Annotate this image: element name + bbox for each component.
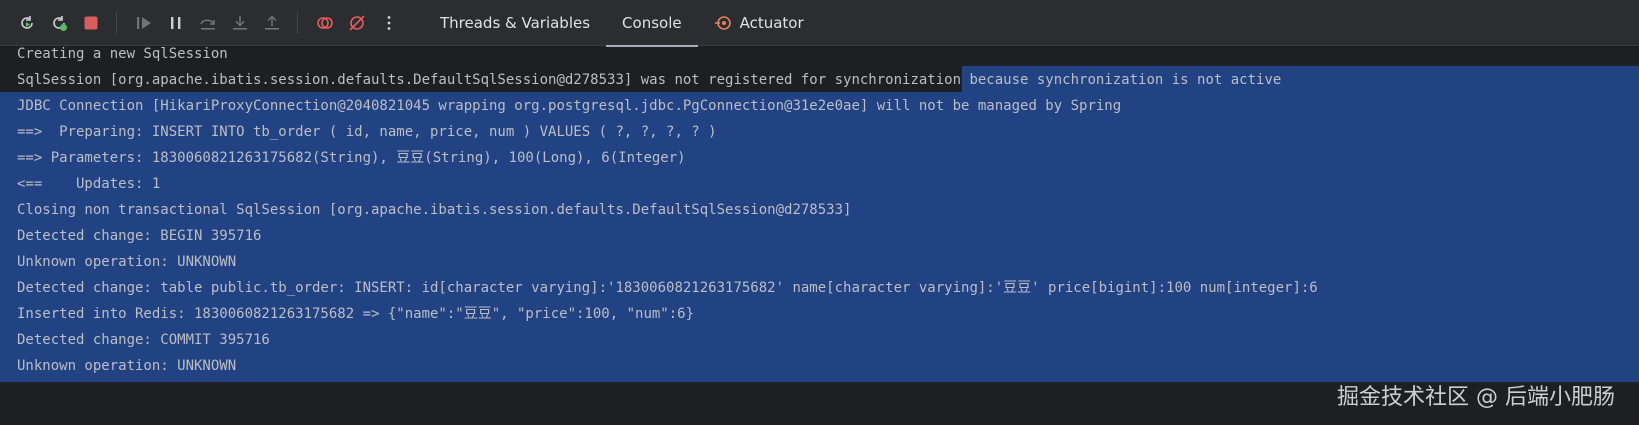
console-line: <== Updates: 1 bbox=[17, 176, 161, 192]
pause-icon[interactable] bbox=[163, 10, 189, 36]
console-line: Unknown operation: UNKNOWN bbox=[17, 358, 237, 374]
debug-tabs: Threads & Variables Console Actuator bbox=[424, 0, 820, 47]
watermark: 掘金技术社区 @ 后端小肥肠 bbox=[1337, 385, 1615, 410]
step-out-icon[interactable] bbox=[259, 10, 285, 36]
console-line: Detected change: COMMIT 395716 bbox=[17, 332, 270, 348]
actuator-icon bbox=[714, 14, 732, 32]
debug-tool-window: Threads & Variables Console Actuator Cre… bbox=[0, 0, 1639, 425]
console-line: Closing non transactional SqlSession [or… bbox=[17, 202, 852, 218]
tab-label: Console bbox=[622, 13, 682, 32]
step-into-icon[interactable] bbox=[227, 10, 253, 36]
toolbar-separator bbox=[116, 11, 117, 34]
console-output[interactable]: Creating a new SqlSession SqlSession [or… bbox=[0, 46, 1639, 425]
rerun-failed-icon[interactable] bbox=[46, 10, 72, 36]
console-line: Unknown operation: UNKNOWN bbox=[17, 254, 237, 270]
stop-icon[interactable] bbox=[78, 10, 104, 36]
debug-toolbar: Threads & Variables Console Actuator bbox=[0, 0, 1639, 47]
console-line: Creating a new SqlSession bbox=[17, 46, 228, 62]
step-over-icon[interactable] bbox=[195, 10, 221, 36]
tab-label: Actuator bbox=[739, 13, 804, 32]
more-icon[interactable] bbox=[376, 10, 402, 36]
console-line: Detected change: table public.tb_order: … bbox=[17, 280, 1318, 296]
mute-breakpoints-icon[interactable] bbox=[344, 10, 370, 36]
tab-threads-variables[interactable]: Threads & Variables bbox=[424, 0, 606, 46]
console-line: JDBC Connection [HikariProxyConnection@2… bbox=[17, 98, 1122, 114]
resume-icon[interactable] bbox=[131, 10, 157, 36]
toolbar-separator bbox=[297, 11, 298, 34]
tab-console[interactable]: Console bbox=[606, 0, 698, 47]
view-breakpoints-icon[interactable] bbox=[312, 10, 338, 36]
console-line: SqlSession [org.apache.ibatis.session.de… bbox=[17, 72, 1282, 88]
console-line: ==> Preparing: INSERT INTO tb_order ( id… bbox=[17, 124, 717, 140]
console-line: ==> Parameters: 1830060821263175682(Stri… bbox=[17, 150, 686, 166]
rerun-icon[interactable] bbox=[14, 10, 40, 36]
console-line: Detected change: BEGIN 395716 bbox=[17, 228, 262, 244]
tab-label: Threads & Variables bbox=[440, 13, 591, 32]
tab-actuator[interactable]: Actuator bbox=[698, 0, 820, 46]
console-line: Inserted into Redis: 1830060821263175682… bbox=[17, 306, 695, 322]
